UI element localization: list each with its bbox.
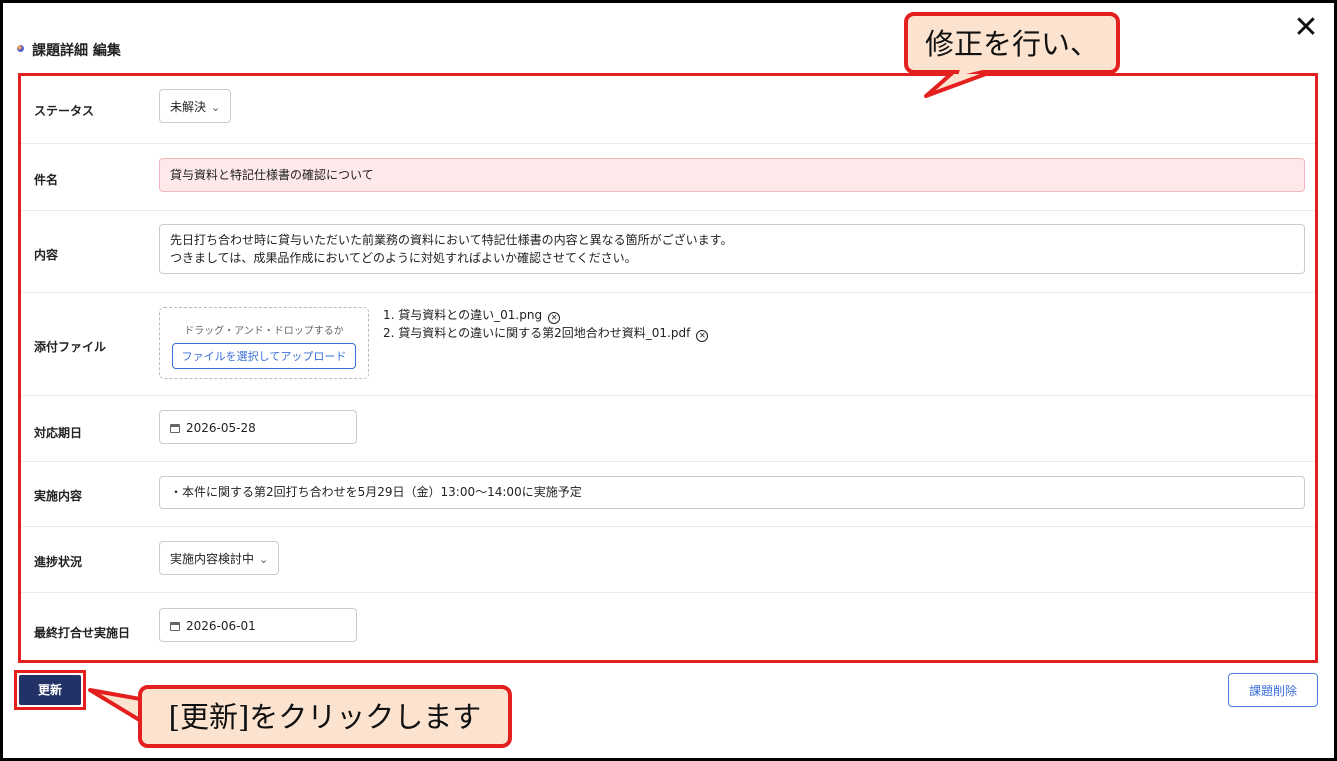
top-callout-tail-join	[958, 66, 999, 76]
callout-tail-covers	[144, 66, 999, 721]
bottom-callout-tail-join	[144, 703, 150, 721]
